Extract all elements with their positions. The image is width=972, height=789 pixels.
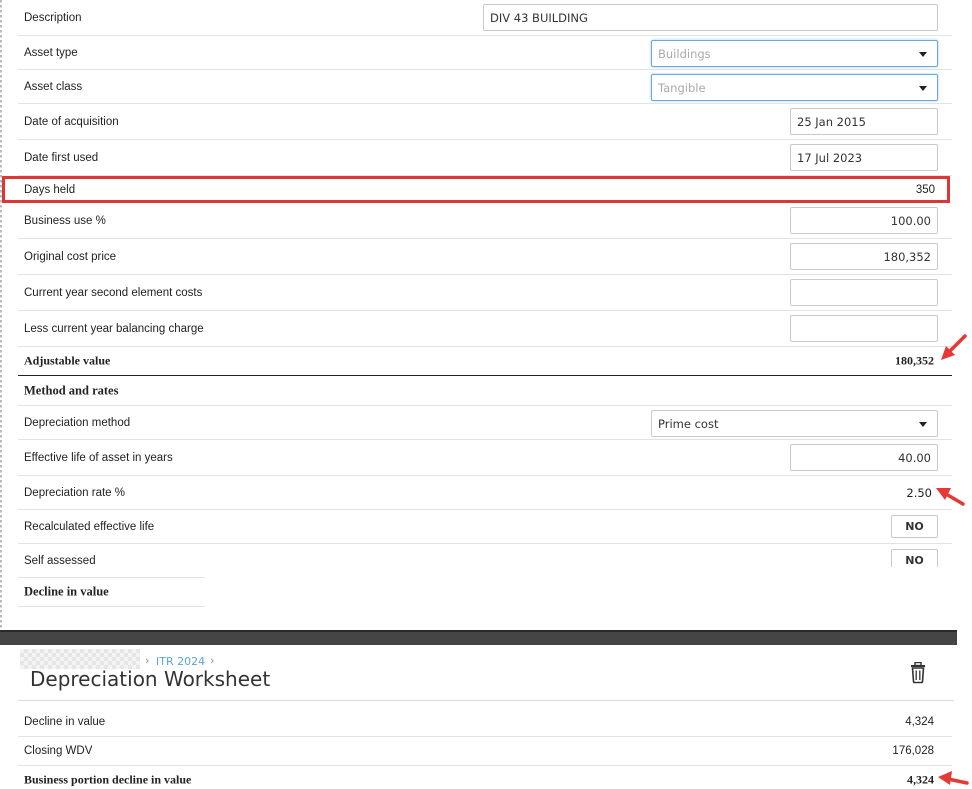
adjustable-value-row: Adjustable value 180,352 [18, 347, 952, 376]
screenshot-divider [0, 630, 957, 645]
chevron-down-icon [919, 422, 927, 427]
balancing-charge-input[interactable] [790, 315, 938, 342]
depreciation-rate-label: Depreciation rate % [24, 486, 125, 499]
date-first-used-label: Date first used [24, 151, 99, 164]
depreciation-method-select[interactable]: Prime cost [651, 410, 938, 437]
description-input[interactable]: DIV 43 BUILDING [483, 4, 938, 31]
breadcrumb-redacted [20, 649, 140, 669]
business-use-value: 100.00 [890, 213, 931, 228]
red-arrow-icon [941, 334, 967, 360]
balancing-charge-label: Less current year balancing charge [24, 322, 204, 335]
decline-section-title: Decline in value [24, 584, 109, 599]
asset-class-value: Tangible [658, 80, 706, 95]
asset-class-select[interactable]: Tangible [651, 74, 938, 101]
recalculated-life-toggle[interactable]: NO [891, 515, 938, 538]
second-element-label: Current year second element costs [24, 286, 203, 299]
self-assessed-value: NO [905, 554, 924, 567]
depreciation-rate-row: Depreciation rate % 2.50 [18, 476, 952, 510]
days-held-highlight-box [2, 176, 950, 203]
asset-type-select[interactable]: Buildings [651, 40, 938, 67]
breadcrumb-separator: › [145, 654, 150, 667]
date-acquisition-label: Date of acquisition [24, 115, 119, 128]
self-assessed-label: Self assessed [24, 554, 96, 567]
depreciation-rate-value: 2.50 [906, 485, 932, 500]
second-element-input[interactable] [790, 279, 938, 306]
depreciation-method-value: Prime cost [658, 416, 719, 431]
closing-wdv-label: Closing WDV [24, 745, 93, 757]
decline-section-header: Decline in value [18, 578, 205, 607]
date-first-used-value: 17 Jul 2023 [797, 150, 863, 165]
asset-type-label: Asset type [24, 46, 78, 59]
red-arrow-icon [938, 771, 969, 785]
original-cost-label: Original cost price [24, 250, 117, 263]
depreciation-method-label: Depreciation method [24, 416, 131, 429]
description-value: DIV 43 BUILDING [490, 10, 588, 25]
asset-type-value: Buildings [658, 46, 711, 61]
adjustable-value-label: Adjustable value [24, 353, 111, 368]
adjustable-value-amount: 180,352 [895, 353, 934, 368]
decline-value: 4,324 [905, 716, 934, 728]
decline-row: Decline in value 4,324 [18, 708, 952, 737]
business-portion-label: Business portion decline in value [24, 772, 192, 787]
business-portion-value: 4,324 [907, 772, 934, 787]
effective-life-input[interactable]: 40.00 [790, 444, 938, 471]
description-label: Description [24, 11, 82, 24]
business-use-label: Business use % [24, 214, 106, 227]
asset-class-label: Asset class [24, 80, 83, 93]
header-divider [18, 700, 954, 701]
original-cost-input[interactable]: 180,352 [790, 243, 938, 270]
original-cost-value: 180,352 [883, 249, 931, 264]
date-acquisition-input[interactable]: 25 Jan 2015 [790, 108, 938, 135]
page-title: Depreciation Worksheet [30, 667, 271, 691]
chevron-down-icon [919, 86, 927, 91]
chevron-down-icon [919, 52, 927, 57]
business-portion-row: Business portion decline in value 4,324 [18, 766, 952, 789]
closing-wdv-value: 176,028 [892, 745, 934, 757]
date-acquisition-value: 25 Jan 2015 [797, 114, 866, 129]
recalculated-life-value: NO [905, 520, 924, 533]
business-use-input[interactable]: 100.00 [790, 207, 938, 234]
method-section-header: Method and rates [18, 376, 952, 406]
cropped-area [205, 567, 972, 630]
date-first-used-input[interactable]: 17 Jul 2023 [790, 144, 938, 171]
recalculated-life-row: Recalculated effective life [18, 510, 952, 544]
decline-label: Decline in value [24, 716, 106, 728]
closing-wdv-row: Closing WDV 176,028 [18, 737, 952, 766]
recalculated-life-label: Recalculated effective life [24, 520, 155, 533]
red-arrow-icon [936, 488, 965, 506]
breadcrumb-separator: › [210, 654, 215, 667]
method-section-title: Method and rates [24, 383, 119, 397]
effective-life-value: 40.00 [898, 450, 931, 465]
effective-life-label: Effective life of asset in years [24, 451, 173, 464]
trash-icon[interactable] [908, 662, 928, 684]
